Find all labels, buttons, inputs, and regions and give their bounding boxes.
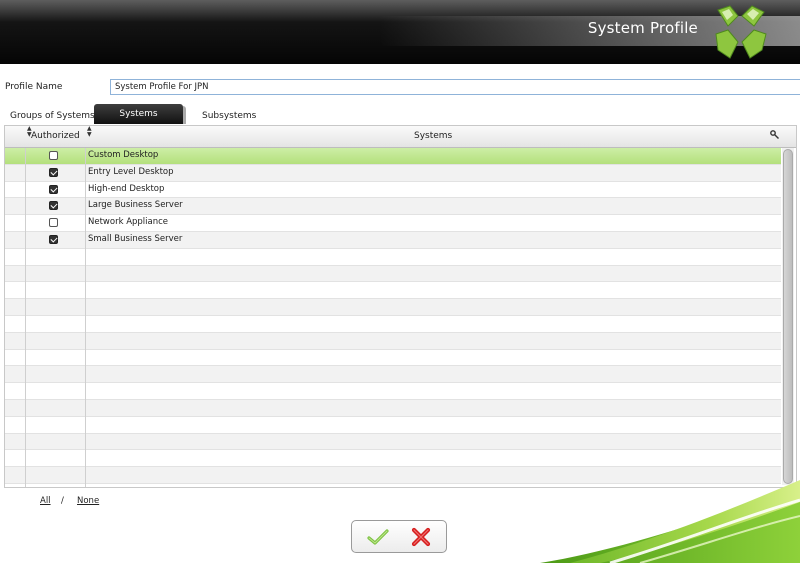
- system-name: High-end Desktop: [88, 183, 165, 194]
- tab-subsystems[interactable]: Subsystems: [202, 111, 256, 121]
- profile-name-label: Profile Name: [5, 82, 63, 92]
- link-separator: /: [61, 496, 64, 506]
- table-row[interactable]: [5, 366, 781, 384]
- table-row[interactable]: Network Appliance: [5, 215, 781, 232]
- authorized-checkbox[interactable]: [49, 184, 58, 194]
- table-row[interactable]: [5, 282, 781, 300]
- select-all-link[interactable]: All: [40, 496, 51, 506]
- system-name: Custom Desktop: [88, 150, 159, 160]
- table-row[interactable]: [5, 332, 781, 350]
- scrollbar-thumb[interactable]: [783, 149, 793, 484]
- action-button-group: [351, 520, 447, 553]
- table-row[interactable]: [5, 433, 781, 451]
- table-row[interactable]: [5, 383, 781, 400]
- column-divider: [25, 148, 26, 487]
- tab-groups-of-systems[interactable]: Groups of Systems: [10, 111, 95, 121]
- authorized-checkbox[interactable]: [49, 151, 58, 160]
- column-header-systems[interactable]: Systems: [414, 131, 452, 141]
- table-row[interactable]: [5, 316, 781, 333]
- tab-systems[interactable]: Systems: [94, 104, 186, 124]
- profile-name-input[interactable]: [110, 79, 800, 95]
- page-title: System Profile: [587, 19, 698, 37]
- system-name: Entry Level Desktop: [88, 166, 174, 177]
- table-row[interactable]: [5, 399, 781, 417]
- authorized-checkbox[interactable]: [49, 201, 58, 211]
- table-row[interactable]: [5, 350, 781, 367]
- table-row[interactable]: [5, 450, 781, 468]
- table-row[interactable]: [5, 299, 781, 316]
- vertical-scrollbar[interactable]: [782, 148, 794, 485]
- column-header-authorized[interactable]: Authorized: [31, 131, 80, 141]
- system-name: Network Appliance: [88, 217, 169, 228]
- logo-icon: [715, 5, 767, 59]
- authorized-checkbox[interactable]: [49, 218, 58, 228]
- system-name: Small Business Server: [88, 233, 183, 244]
- table-row[interactable]: Large Business Server: [5, 198, 781, 216]
- column-divider: [85, 148, 86, 487]
- table-row[interactable]: High-end Desktop: [5, 182, 781, 199]
- checkmark-icon[interactable]: [367, 527, 389, 547]
- system-name: Large Business Server: [88, 200, 183, 211]
- app-header: System Profile: [0, 0, 800, 64]
- table-row[interactable]: Custom Desktop: [5, 148, 781, 165]
- decorative-swoosh: [540, 480, 800, 563]
- table-row[interactable]: [5, 417, 781, 434]
- key-icon[interactable]: [770, 130, 779, 139]
- table-row[interactable]: [5, 265, 781, 283]
- authorized-checkbox[interactable]: [49, 234, 58, 244]
- table-row[interactable]: [5, 249, 781, 266]
- sort-arrow-icon[interactable]: ▲ ▼: [87, 126, 92, 138]
- table-row[interactable]: Small Business Server: [5, 231, 781, 249]
- table-body: Custom Desktop Entry Level Desktop High-en…: [5, 148, 781, 484]
- cross-icon[interactable]: [410, 527, 432, 547]
- select-none-link[interactable]: None: [77, 496, 99, 506]
- table-header: ▲ ▼ Authorized ▲ ▼ Systems: [5, 126, 796, 148]
- systems-table: ▲ ▼ Authorized ▲ ▼ Systems Custom Desktop E…: [4, 125, 797, 488]
- table-row[interactable]: Entry Level Desktop: [5, 164, 781, 182]
- authorized-checkbox[interactable]: [49, 167, 58, 177]
